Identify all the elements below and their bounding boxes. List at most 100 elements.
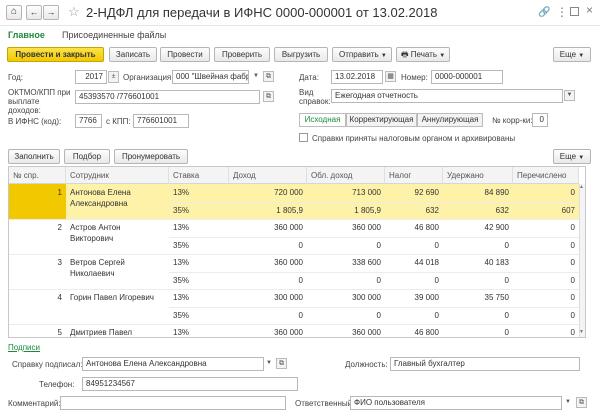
cell-value[interactable]: 0 [513,219,579,236]
year-field[interactable]: 2017 [75,70,107,84]
cell-value[interactable]: 720 000 [229,184,307,201]
cell-value[interactable]: 0 [513,272,579,289]
cell-value[interactable]: 35% [169,237,229,254]
cell-value[interactable]: 0 [307,307,385,324]
cell-value[interactable]: 300 000 [307,289,385,306]
tab-attached-files[interactable]: Присоединенные файлы [62,30,166,40]
signed-field[interactable]: Антонова Елена Александровна [82,357,264,371]
column-header[interactable]: Доход [229,167,307,184]
send-button[interactable]: Отправить ▼ [332,47,392,62]
cell-value[interactable]: 0 [443,272,513,289]
scroll-down-icon[interactable]: ▼ [579,329,584,335]
cell-employee-2[interactable]: Николаевич [66,265,169,282]
cell-value[interactable]: 338 600 [307,254,385,271]
phone-field[interactable]: 84951234567 [82,377,298,391]
ifns-field[interactable]: 7766 [75,114,102,128]
cell-value[interactable]: 0 [385,272,443,289]
renumber-button[interactable]: Пронумеровать [114,149,188,164]
open-signed-button[interactable]: ⧉ [276,358,287,369]
signatures-link[interactable]: Подписи [8,343,40,352]
scrollbar[interactable] [579,184,585,337]
tab-original[interactable]: Исходная [299,113,346,127]
cell-value[interactable]: 46 800 [385,219,443,236]
cell-employee-2[interactable]: Александровна [66,195,169,212]
open-org-button[interactable]: ⧉ [263,71,274,82]
cell-value[interactable]: 632 [385,202,443,219]
export-button[interactable]: Выгрузить [274,47,328,62]
open-resp-button[interactable]: ⧉ [576,397,587,408]
print-button[interactable]: 🖶 Печать ▼ [396,47,450,62]
cell-employee-2[interactable]: Викторович [66,230,169,247]
cell-employee-2[interactable] [66,300,169,317]
tab-main[interactable]: Главное [8,30,45,40]
cell-value[interactable]: 0 [513,307,579,324]
cell-value[interactable]: 0 [385,237,443,254]
column-header[interactable]: Обл. доход [307,167,385,184]
cell-value[interactable]: 92 690 [385,184,443,201]
cell-value[interactable]: 713 000 [307,184,385,201]
cell-value[interactable]: 13% [169,219,229,236]
number-field[interactable]: 0000-000001 [431,70,503,84]
cell-value[interactable]: 35% [169,307,229,324]
tab-corrective[interactable]: Корректирующая [346,113,417,127]
cell-employee-2[interactable] [66,335,169,337]
year-spin-button[interactable]: ± [108,71,119,83]
calendar-icon[interactable]: ▦ [385,71,396,82]
cell-value[interactable]: 360 000 [229,254,307,271]
forward-button[interactable]: → [43,5,59,20]
column-header[interactable]: Ставка [169,167,229,184]
kpp-field[interactable]: 776601001 [133,114,189,128]
cell-value[interactable]: 13% [169,184,229,201]
cell-value[interactable]: 1 805,9 [229,202,307,219]
cell-value[interactable]: 0 [443,324,513,337]
cell-value[interactable]: 0 [513,237,579,254]
more-button[interactable]: Еще ▼ [553,47,591,62]
cell-number[interactable]: 4 [9,289,66,306]
position-field[interactable]: Главный бухгалтер [390,357,580,371]
column-header[interactable]: Удержано [443,167,513,184]
cell-value[interactable]: 360 000 [229,324,307,337]
cell-number[interactable]: 5 [9,324,66,337]
chevron-down-icon[interactable]: ▼ [266,360,272,366]
tab-cancelling[interactable]: Аннулирующая [417,113,483,127]
cell-value[interactable]: 0 [385,307,443,324]
cell-value[interactable]: 0 [229,307,307,324]
cell-value[interactable]: 13% [169,289,229,306]
close-icon[interactable]: × [586,3,593,17]
cell-value[interactable]: 44 018 [385,254,443,271]
open-oktmo-button[interactable]: ⧉ [263,91,274,102]
cell-value[interactable]: 0 [443,307,513,324]
cell-value[interactable]: 607 [513,202,579,219]
pick-button[interactable]: Подбор [64,149,110,164]
fill-button[interactable]: Заполнить [8,149,60,164]
post-and-close-button[interactable]: Провести и закрыть [7,47,104,62]
column-header[interactable]: Перечислено [513,167,579,184]
home-button[interactable]: ⌂ [6,5,22,20]
table-more-button[interactable]: Еще ▼ [553,149,591,164]
kebab-menu-icon[interactable]: ⋮ [556,5,568,19]
cell-value[interactable]: 13% [169,324,229,337]
cell-number[interactable]: 1 [9,184,66,201]
cell-value[interactable]: 40 183 [443,254,513,271]
org-field[interactable]: 000 "Швейная фабри [172,70,249,84]
back-button[interactable]: ← [26,5,42,20]
cell-value[interactable]: 0 [443,237,513,254]
save-button[interactable]: Записать [109,47,157,62]
cell-value[interactable]: 300 000 [229,289,307,306]
cell-value[interactable]: 360 000 [229,219,307,236]
maximize-icon[interactable] [570,7,579,16]
cell-value[interactable]: 0 [229,272,307,289]
chevron-down-icon[interactable]: ▼ [253,73,259,79]
cell-value[interactable]: 360 000 [307,324,385,337]
corr-num-field[interactable]: 0 [532,113,548,127]
post-button[interactable]: Провести [160,47,210,62]
cell-number[interactable]: 2 [9,219,66,236]
chevron-down-icon[interactable]: ▼ [565,399,571,405]
cell-value[interactable]: 0 [307,272,385,289]
cell-value[interactable]: 0 [513,184,579,201]
cell-value[interactable]: 42 900 [443,219,513,236]
cell-value[interactable]: 0 [513,324,579,337]
resp-field[interactable]: ФИО пользователя [350,396,562,410]
cell-value[interactable]: 35 750 [443,289,513,306]
oktmo-field[interactable]: 45393570 /776601001 [75,90,260,104]
